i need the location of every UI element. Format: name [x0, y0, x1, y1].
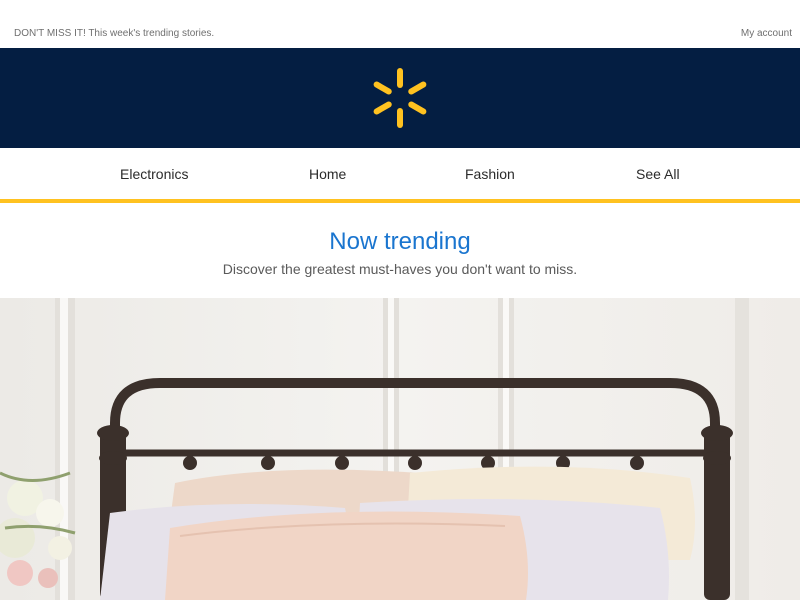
logo-link[interactable] [370, 66, 430, 130]
brand-bar [0, 48, 800, 148]
nav-home[interactable]: Home [309, 166, 346, 182]
nav-fashion[interactable]: Fashion [465, 166, 515, 182]
my-account-link[interactable]: My account [741, 28, 792, 39]
spark-icon [373, 68, 427, 128]
intro-section: Now trending Discover the greatest must-… [0, 203, 800, 298]
nav-electronics[interactable]: Electronics [120, 166, 188, 182]
category-nav: Electronics Home Fashion See All [0, 148, 800, 203]
promo-link[interactable]: DON'T MISS IT! This week's trending stor… [14, 28, 214, 39]
top-bar: DON'T MISS IT! This week's trending stor… [0, 0, 800, 48]
section-title: Now trending [329, 228, 471, 255]
section-subtitle: Discover the greatest must-haves you don… [222, 261, 578, 277]
hero-bed-image [0, 298, 800, 600]
hero-image-link[interactable] [0, 298, 800, 600]
nav-see-all[interactable]: See All [636, 166, 680, 182]
